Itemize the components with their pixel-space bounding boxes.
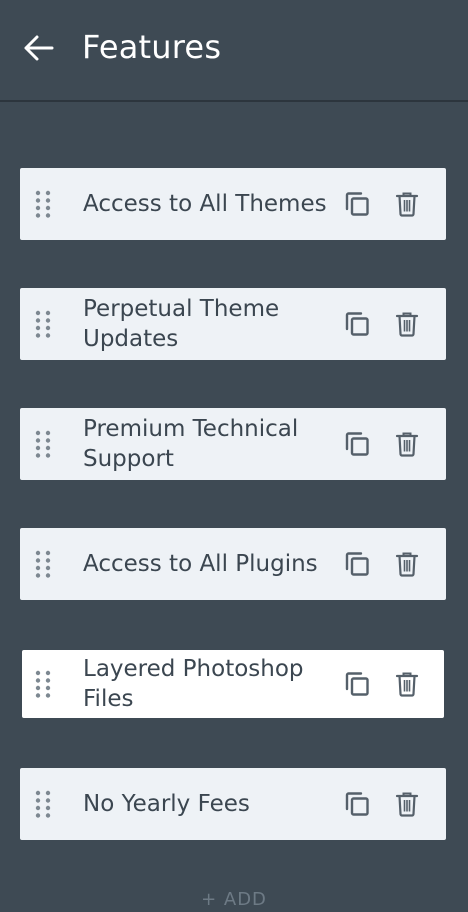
feature-item-selected[interactable]: Layered Photoshop Files xyxy=(22,650,444,718)
feature-label: Access to All Plugins xyxy=(83,551,318,577)
delete-button[interactable] xyxy=(394,550,420,578)
feature-label: Access to All Themes xyxy=(83,191,327,217)
header: Features xyxy=(0,0,468,102)
trash-icon xyxy=(395,792,419,817)
drag-handle-icon[interactable] xyxy=(34,789,52,819)
drag-handle-icon[interactable] xyxy=(34,669,52,699)
feature-item[interactable]: Access to All Plugins xyxy=(20,528,446,600)
feature-item[interactable]: Premium Technical Support xyxy=(20,408,446,480)
drag-handle-icon[interactable] xyxy=(34,189,52,219)
feature-label: Layered Photoshop Files xyxy=(83,656,304,712)
duplicate-icon xyxy=(345,792,369,816)
feature-item[interactable]: Perpetual Theme Updates xyxy=(20,288,446,360)
duplicate-button[interactable] xyxy=(342,669,372,699)
delete-button[interactable] xyxy=(394,790,420,818)
delete-button[interactable] xyxy=(394,430,420,458)
arrow-left-icon xyxy=(24,35,54,61)
delete-button[interactable] xyxy=(394,670,420,698)
duplicate-icon xyxy=(345,432,369,456)
duplicate-icon xyxy=(345,672,369,696)
feature-label: Premium Technical Support xyxy=(83,416,299,472)
back-button[interactable] xyxy=(22,32,56,64)
duplicate-button[interactable] xyxy=(342,789,372,819)
duplicate-button[interactable] xyxy=(342,429,372,459)
feature-label: Perpetual Theme Updates xyxy=(83,296,280,352)
duplicate-button[interactable] xyxy=(342,549,372,579)
drag-handle-icon[interactable] xyxy=(34,309,52,339)
feature-label: No Yearly Fees xyxy=(83,791,250,817)
drag-handle-icon[interactable] xyxy=(34,549,52,579)
drag-handle-icon[interactable] xyxy=(34,429,52,459)
duplicate-icon xyxy=(345,312,369,336)
delete-button[interactable] xyxy=(394,190,420,218)
trash-icon xyxy=(395,672,419,697)
duplicate-icon xyxy=(345,552,369,576)
feature-item[interactable]: No Yearly Fees xyxy=(20,768,446,840)
trash-icon xyxy=(395,312,419,337)
duplicate-button[interactable] xyxy=(342,309,372,339)
delete-button[interactable] xyxy=(394,310,420,338)
page-title: Features xyxy=(82,28,222,66)
add-feature-button[interactable]: + ADD xyxy=(0,888,468,912)
trash-icon xyxy=(395,552,419,577)
trash-icon xyxy=(395,192,419,217)
duplicate-button[interactable] xyxy=(342,189,372,219)
trash-icon xyxy=(395,432,419,457)
feature-item[interactable]: Access to All Themes xyxy=(20,168,446,240)
duplicate-icon xyxy=(345,192,369,216)
